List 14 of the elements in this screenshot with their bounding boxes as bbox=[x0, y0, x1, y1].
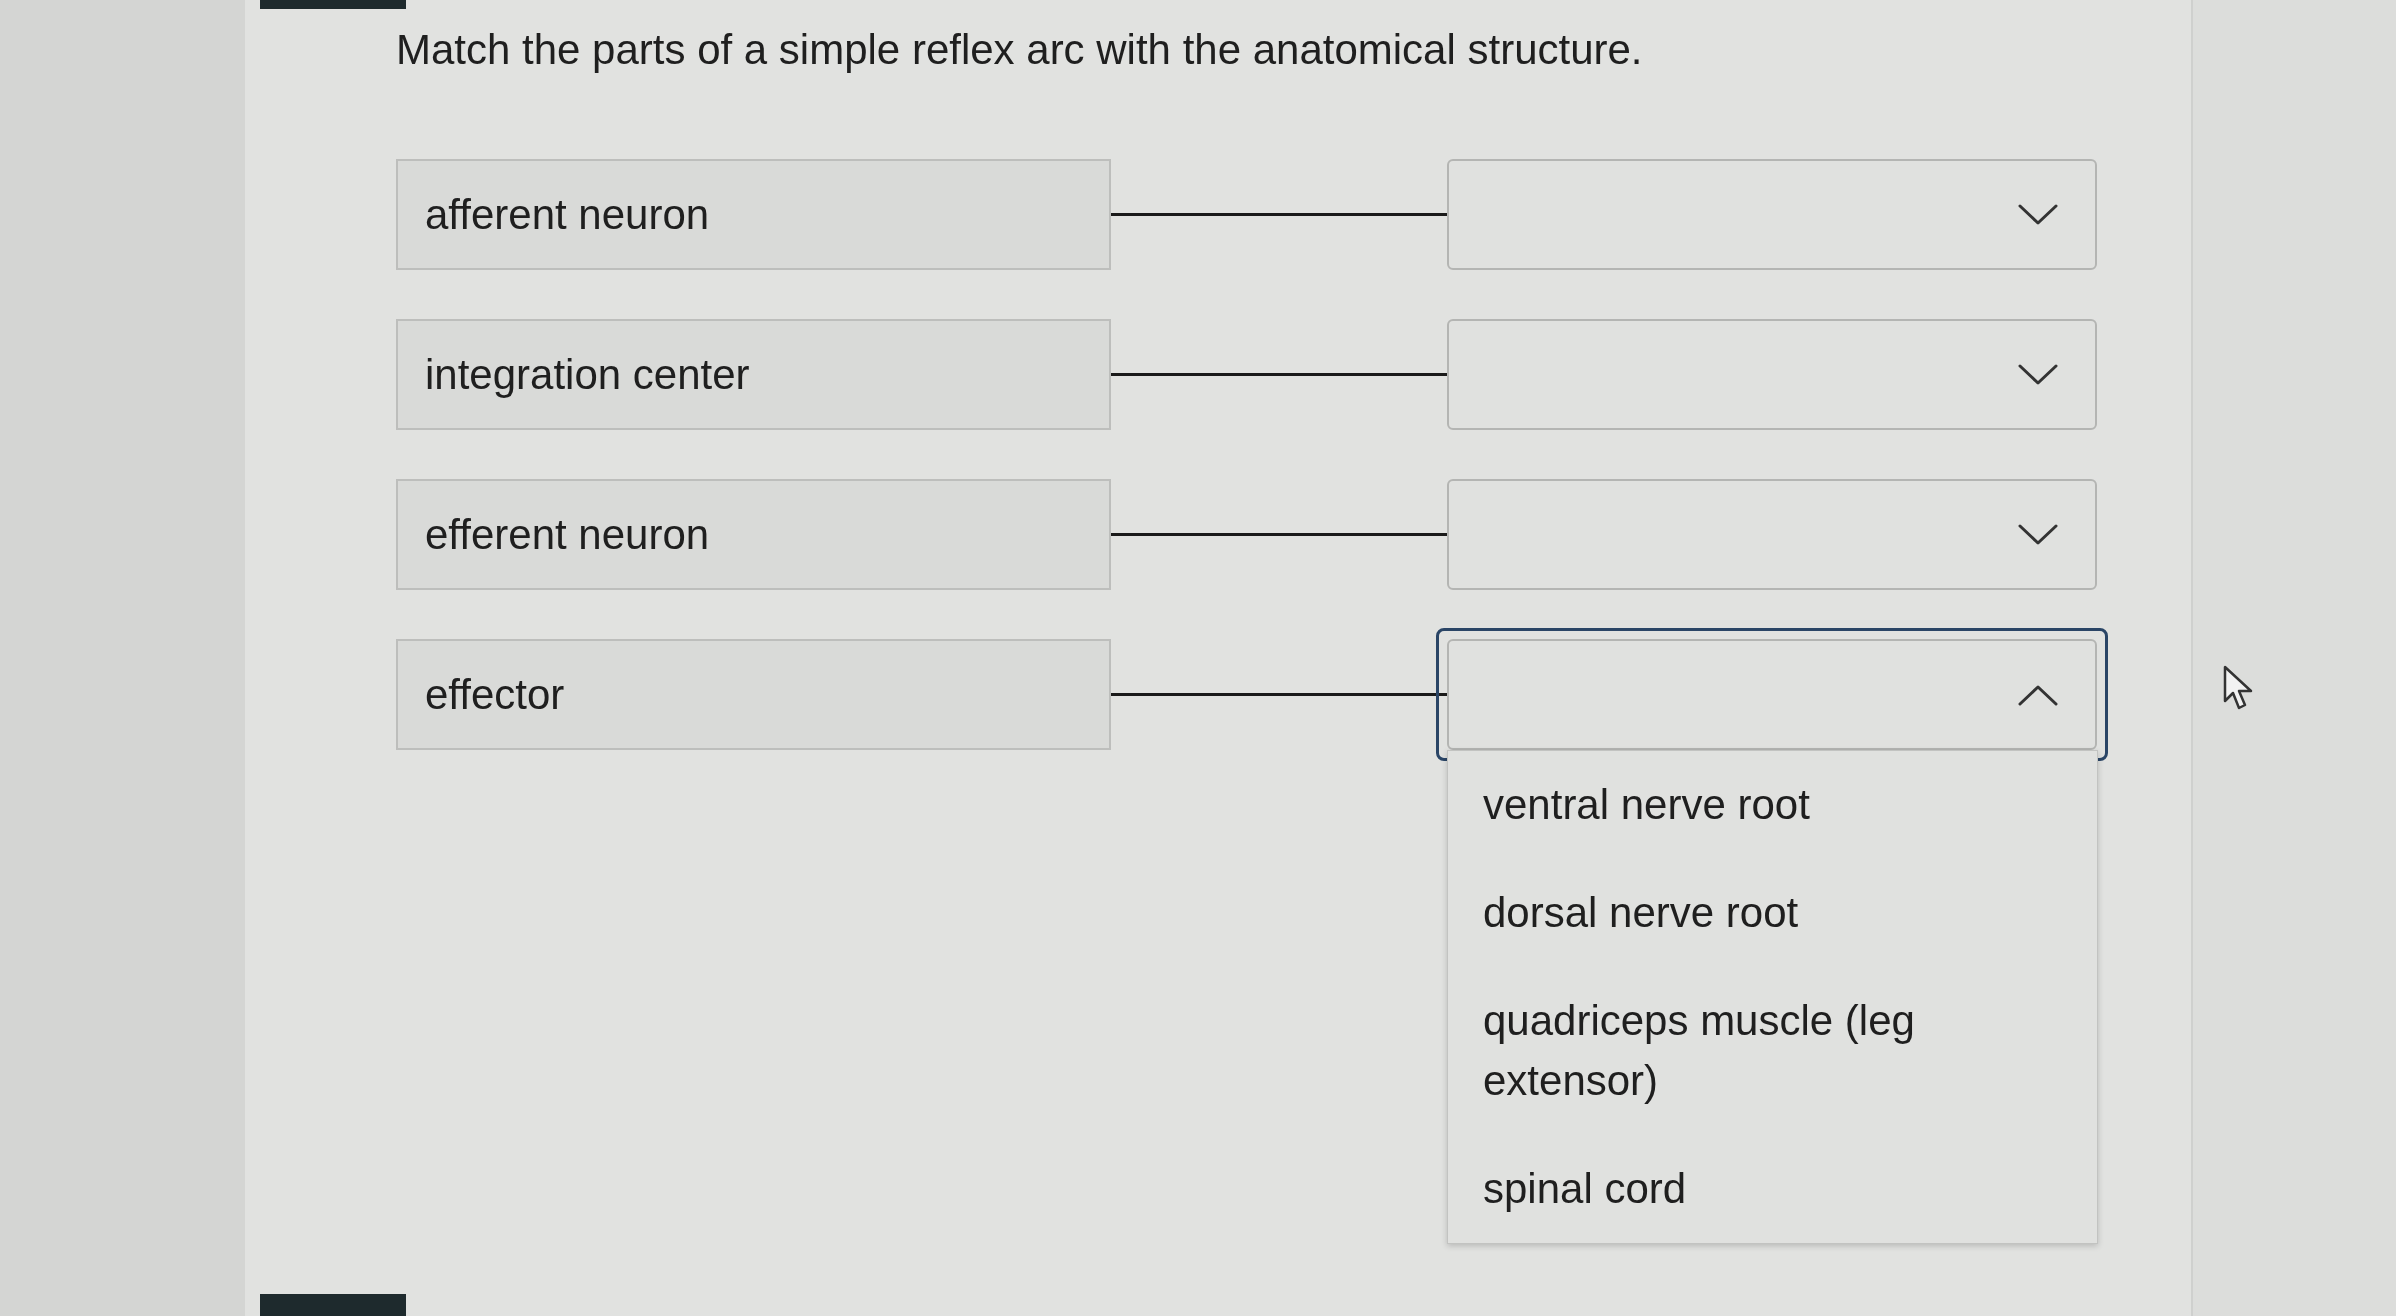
term-card: effector bbox=[396, 639, 1111, 750]
option-item[interactable]: spinal cord bbox=[1448, 1135, 2097, 1243]
option-item[interactable]: dorsal nerve root bbox=[1448, 859, 2097, 967]
term-card: integration center bbox=[396, 319, 1111, 430]
option-item[interactable]: quadriceps muscle (leg extensor) bbox=[1448, 967, 2097, 1135]
chevron-down-icon bbox=[2018, 363, 2058, 386]
term-card: afferent neuron bbox=[396, 159, 1111, 270]
option-item[interactable]: ventral nerve root bbox=[1448, 751, 2097, 859]
term-card: efferent neuron bbox=[396, 479, 1111, 590]
answer-dropdown[interactable] bbox=[1436, 628, 2108, 761]
question-text: Match the parts of a simple reflex arc with the anatomical structure. bbox=[396, 25, 1644, 75]
chevron-up-icon bbox=[2018, 683, 2058, 706]
chevron-down-icon bbox=[2018, 203, 2058, 226]
chevron-down-icon bbox=[2018, 523, 2058, 546]
